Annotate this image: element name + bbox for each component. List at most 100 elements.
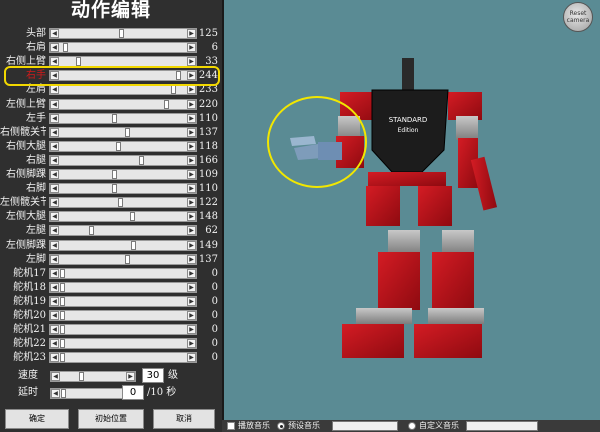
servo-slider-thumb[interactable]	[89, 226, 95, 236]
servo-slider[interactable]: ◀ ▶	[49, 197, 197, 209]
arrow-left-icon[interactable]: ◀	[51, 372, 60, 381]
arrow-right-icon[interactable]: ▶	[187, 296, 196, 306]
servo-slider[interactable]: ◀ ▶	[49, 267, 197, 279]
servo-slider-thumb[interactable]	[125, 127, 130, 137]
servo-slider[interactable]: ◀ ▶	[49, 154, 197, 166]
arrow-right-icon[interactable]: ▶	[187, 339, 196, 349]
servo-slider-thumb[interactable]	[112, 113, 118, 123]
servo-slider[interactable]: ◀ ▶	[49, 253, 197, 265]
arrow-right-icon[interactable]: ▶	[187, 240, 196, 250]
servo-slider[interactable]: ◀ ▶	[49, 98, 197, 110]
play-music-checkbox[interactable]	[227, 422, 235, 430]
arrow-right-icon[interactable]: ▶	[187, 325, 196, 335]
confirm-button[interactable]: 确定	[5, 409, 69, 429]
arrow-left-icon[interactable]: ◀	[50, 254, 59, 264]
servo-slider[interactable]: ◀ ▶	[49, 112, 197, 124]
arrow-left-icon[interactable]: ◀	[50, 170, 59, 179]
delay-slider-thumb[interactable]	[61, 389, 66, 398]
servo-slider-thumb[interactable]	[164, 99, 170, 109]
preset-music-select[interactable]	[332, 421, 398, 431]
servo-slider-thumb[interactable]	[170, 85, 176, 95]
preset-music-radio[interactable]	[277, 422, 285, 430]
arrow-right-icon[interactable]: ▶	[187, 29, 196, 38]
arrow-right-icon[interactable]: ▶	[187, 198, 196, 208]
arrow-left-icon[interactable]: ◀	[50, 296, 59, 306]
servo-slider-thumb[interactable]	[60, 339, 65, 349]
servo-slider[interactable]: ◀ ▶	[49, 338, 197, 350]
servo-slider[interactable]: ◀ ▶	[49, 126, 197, 138]
arrow-left-icon[interactable]: ◀	[50, 141, 59, 151]
arrow-right-icon[interactable]: ▶	[187, 254, 196, 264]
arrow-left-icon[interactable]: ◀	[50, 353, 59, 363]
servo-slider-thumb[interactable]	[130, 240, 136, 250]
arrow-right-icon[interactable]: ▶	[187, 99, 196, 109]
servo-slider-thumb[interactable]	[117, 198, 123, 208]
reset-camera-button[interactable]: Reset camera	[563, 2, 593, 32]
initial-position-button[interactable]: 初始位置	[78, 409, 144, 429]
arrow-left-icon[interactable]: ◀	[50, 99, 59, 109]
servo-slider-thumb[interactable]	[111, 170, 117, 179]
arrow-left-icon[interactable]: ◀	[50, 268, 59, 278]
arrow-left-icon[interactable]: ◀	[50, 339, 59, 349]
arrow-right-icon[interactable]: ▶	[187, 311, 196, 320]
arrow-right-icon[interactable]: ▶	[187, 141, 196, 151]
servo-slider-thumb[interactable]	[60, 325, 65, 335]
arrow-right-icon[interactable]: ▶	[187, 226, 196, 236]
arrow-right-icon[interactable]: ▶	[187, 268, 196, 278]
servo-slider-thumb[interactable]	[119, 29, 125, 38]
arrow-left-icon[interactable]: ◀	[50, 240, 59, 250]
arrow-right-icon[interactable]: ▶	[126, 372, 135, 381]
arrow-left-icon[interactable]: ◀	[50, 29, 59, 38]
cancel-button[interactable]: 取消	[153, 409, 215, 429]
servo-slider-thumb[interactable]	[60, 282, 65, 292]
servo-slider-thumb[interactable]	[125, 254, 130, 264]
servo-slider-thumb[interactable]	[115, 141, 121, 151]
servo-slider[interactable]: ◀ ▶	[49, 211, 197, 223]
arrow-right-icon[interactable]: ▶	[187, 282, 196, 292]
arrow-right-icon[interactable]: ▶	[187, 155, 196, 165]
custom-music-radio[interactable]	[408, 422, 416, 430]
arrow-left-icon[interactable]: ◀	[50, 282, 59, 292]
servo-slider[interactable]: ◀ ▶	[49, 225, 197, 237]
servo-slider-thumb[interactable]	[60, 353, 65, 363]
arrow-left-icon[interactable]: ◀	[50, 127, 59, 137]
speed-slider-thumb[interactable]	[78, 372, 84, 381]
arrow-left-icon[interactable]: ◀	[50, 226, 59, 236]
servo-slider[interactable]: ◀ ▶	[49, 169, 197, 180]
servo-slider-thumb[interactable]	[62, 43, 68, 53]
arrow-right-icon[interactable]: ▶	[187, 85, 196, 95]
servo-slider-thumb[interactable]	[75, 57, 81, 67]
arrow-right-icon[interactable]: ▶	[187, 127, 196, 137]
servo-slider[interactable]: ◀ ▶	[49, 84, 197, 96]
custom-music-field[interactable]	[466, 421, 538, 431]
arrow-left-icon[interactable]: ◀	[50, 85, 59, 95]
servo-slider-thumb[interactable]	[60, 311, 65, 320]
arrow-right-icon[interactable]: ▶	[187, 170, 196, 179]
servo-slider-thumb[interactable]	[138, 155, 144, 165]
arrow-left-icon[interactable]: ◀	[51, 389, 60, 398]
arrow-right-icon[interactable]: ▶	[187, 57, 196, 67]
arrow-left-icon[interactable]: ◀	[50, 212, 59, 222]
arrow-left-icon[interactable]: ◀	[50, 113, 59, 123]
arrow-right-icon[interactable]: ▶	[187, 184, 196, 194]
speed-slider[interactable]: ◀ ▶	[50, 371, 136, 382]
arrow-left-icon[interactable]: ◀	[50, 155, 59, 165]
arrow-left-icon[interactable]: ◀	[50, 43, 59, 53]
servo-slider-thumb[interactable]	[60, 296, 65, 306]
servo-slider[interactable]: ◀ ▶	[49, 239, 197, 251]
servo-slider[interactable]: ◀ ▶	[49, 295, 197, 307]
delay-input[interactable]: 0	[122, 385, 144, 400]
arrow-left-icon[interactable]: ◀	[50, 198, 59, 208]
arrow-right-icon[interactable]: ▶	[187, 212, 196, 222]
arrow-right-icon[interactable]: ▶	[187, 353, 196, 363]
servo-slider[interactable]: ◀ ▶	[49, 183, 197, 195]
servo-slider[interactable]: ◀ ▶	[49, 324, 197, 336]
servo-slider-thumb[interactable]	[60, 268, 65, 278]
servo-slider[interactable]: ◀ ▶	[49, 140, 197, 152]
servo-slider[interactable]: ◀ ▶	[49, 310, 197, 321]
servo-slider[interactable]: ◀ ▶	[49, 281, 197, 293]
speed-input[interactable]: 30	[142, 368, 164, 383]
servo-slider-thumb[interactable]	[112, 184, 118, 194]
arrow-left-icon[interactable]: ◀	[50, 184, 59, 194]
arrow-left-icon[interactable]: ◀	[50, 325, 59, 335]
